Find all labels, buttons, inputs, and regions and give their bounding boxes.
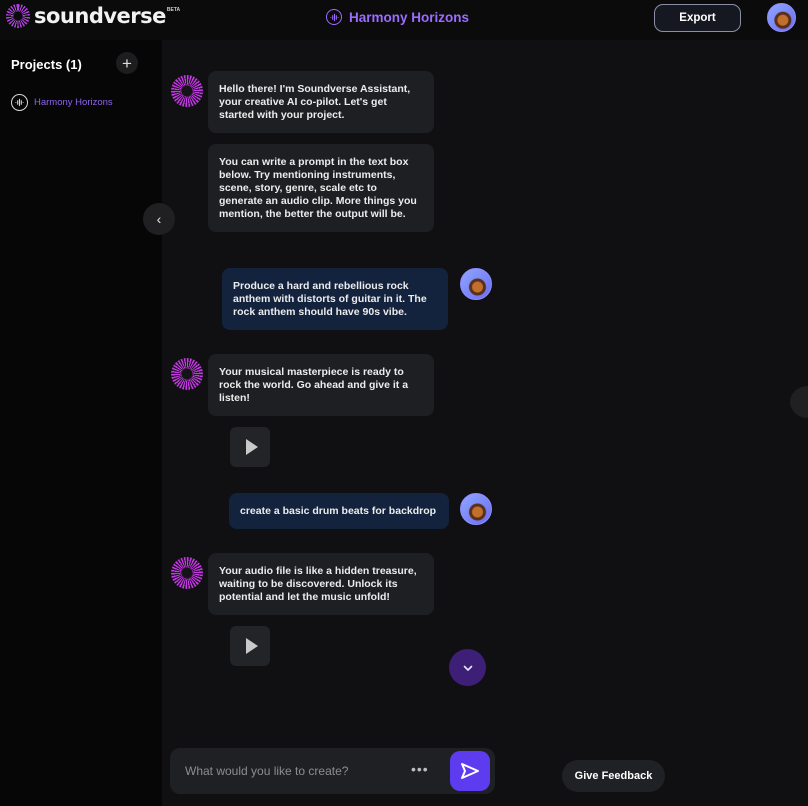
collapse-sidebar-button[interactable]: ‹ — [143, 203, 175, 235]
add-project-button[interactable]: + — [116, 52, 138, 74]
send-icon — [461, 763, 479, 779]
give-feedback-button[interactable]: Give Feedback — [562, 760, 665, 792]
top-bar: soundverse BETA Harmony Horizons Export — [0, 0, 808, 40]
soundwave-icon — [11, 94, 28, 111]
soundverse-logo-icon — [6, 4, 30, 28]
user-message: create a basic drum beats for backdrop — [229, 493, 449, 529]
send-button[interactable] — [450, 751, 490, 791]
assistant-avatar — [171, 358, 203, 390]
brand-name: soundverse — [34, 4, 166, 28]
assistant-message: Your musical masterpiece is ready to roc… — [208, 354, 434, 416]
soundwave-icon — [326, 9, 342, 25]
chevron-down-icon — [463, 665, 472, 671]
scroll-down-button[interactable] — [449, 649, 486, 686]
chevron-left-icon: ‹ — [156, 211, 162, 227]
user-avatar — [460, 268, 492, 300]
sidebar-item-harmony-horizons[interactable]: Harmony Horizons — [11, 94, 113, 111]
user-message: Produce a hard and rebellious rock anthe… — [222, 268, 448, 330]
assistant-message: Your audio file is like a hidden treasur… — [208, 553, 434, 615]
project-title-text: Harmony Horizons — [349, 9, 470, 25]
assistant-message: You can write a prompt in the text box b… — [208, 144, 434, 232]
sidebar-item-label: Harmony Horizons — [34, 97, 113, 108]
sidebar: Projects (1) + Harmony Horizons — [0, 40, 162, 806]
chat-area: Hello there! I'm Soundverse Assistant, y… — [162, 40, 808, 806]
project-title: Harmony Horizons — [326, 9, 469, 25]
play-button[interactable] — [230, 427, 270, 467]
right-panel-toggle[interactable] — [790, 386, 808, 418]
brand-logo[interactable]: soundverse BETA — [6, 4, 180, 28]
projects-heading: Projects (1) — [11, 57, 82, 72]
assistant-avatar — [171, 75, 203, 107]
assistant-avatar — [171, 557, 203, 589]
play-button[interactable] — [230, 626, 270, 666]
more-options-button[interactable]: ••• — [411, 761, 429, 777]
play-icon — [245, 638, 258, 654]
user-avatar[interactable] — [767, 3, 796, 32]
prompt-composer: ••• — [170, 748, 495, 794]
play-icon — [245, 439, 258, 455]
user-avatar — [460, 493, 492, 525]
assistant-message: Hello there! I'm Soundverse Assistant, y… — [208, 71, 434, 133]
beta-badge: BETA — [166, 7, 181, 13]
export-button[interactable]: Export — [654, 4, 741, 32]
prompt-input[interactable] — [185, 761, 405, 781]
